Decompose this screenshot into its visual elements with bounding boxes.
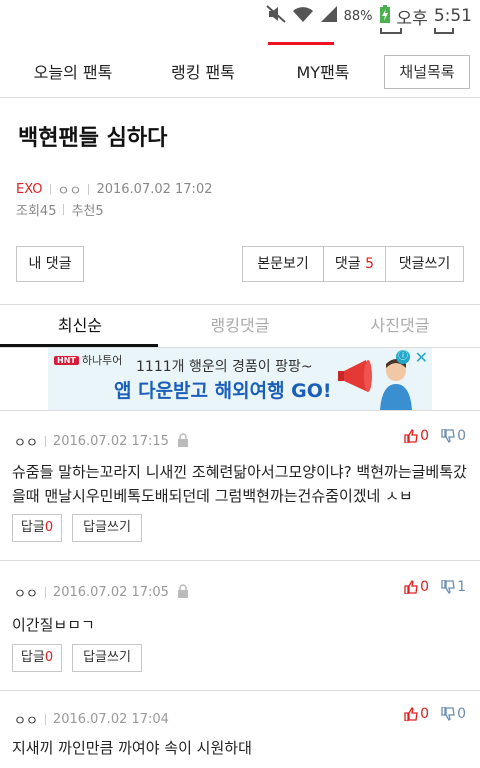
section-divider	[0, 304, 480, 305]
divider	[44, 587, 46, 598]
post-datetime: 2016.07.02 17:02	[96, 182, 213, 197]
upvote-count: 0	[420, 706, 430, 722]
ad-model-image	[380, 359, 412, 410]
status-bar: 88% 오후 5:51	[0, 0, 480, 34]
upvote-count: 0	[420, 428, 430, 444]
signal-icon	[320, 5, 338, 27]
tab-latest[interactable]: 최신순	[0, 306, 160, 346]
thumbs-up-icon	[404, 429, 418, 443]
status-time: 5:51	[433, 6, 472, 26]
downvote-count: 0	[457, 706, 466, 722]
post-recommends: 추천5	[71, 204, 104, 219]
comments-button-label: 댓글	[334, 256, 361, 272]
thumbs-up-icon	[404, 707, 418, 721]
reply-button[interactable]: 답글0	[12, 514, 62, 542]
write-reply-button[interactable]: 답글쓰기	[72, 644, 142, 672]
post-views: 조회45	[16, 204, 57, 219]
thumbs-down-icon	[441, 707, 455, 721]
active-nav-indicator	[268, 42, 334, 45]
comment-datetime: 2016.07.02 17:15	[52, 434, 169, 449]
write-reply-button[interactable]: 답글쓰기	[72, 514, 142, 542]
comment-divider	[0, 560, 480, 561]
header-icon-partial[interactable]	[434, 28, 454, 34]
comment-meta: ㅇㅇ 2016.07.02 17:15	[14, 432, 189, 451]
battery-percent: 88%	[343, 8, 373, 24]
tab-photo-comments[interactable]: 사진댓글	[320, 306, 480, 346]
ad-brand: HNT 하나투어	[54, 352, 122, 368]
comment-votes: 0 0	[404, 428, 466, 444]
comment-body: 이간질ㅂㅁㄱ	[12, 616, 95, 634]
comment-votes: 0 1	[404, 579, 466, 595]
tab-ranking-fantalk[interactable]: 랭킹 팬톡	[148, 46, 258, 98]
write-comment-button[interactable]: 댓글쓰기	[385, 246, 464, 282]
battery-charging-icon	[379, 4, 391, 28]
ad-info-icon[interactable]: ⓘ	[396, 350, 410, 364]
status-ampm: 오후	[396, 8, 428, 29]
lock-icon	[177, 583, 189, 602]
divider	[88, 184, 90, 195]
divider	[49, 184, 51, 195]
post-title: 백현팬들 심하다	[18, 126, 168, 151]
lock-icon	[177, 432, 189, 451]
comment-datetime: 2016.07.02 17:04	[52, 712, 169, 727]
comments-button[interactable]: 댓글 5	[323, 246, 386, 282]
fantalk-nav: 오늘의 팬톡 랭킹 팬톡 MY팬톡 채널목록	[0, 46, 480, 98]
upvote-button[interactable]: 0	[404, 428, 429, 444]
post-category[interactable]: EXO	[16, 182, 43, 197]
comment-nick: ㅇㅇ	[14, 587, 38, 602]
upvote-button[interactable]: 0	[404, 579, 429, 595]
view-body-button[interactable]: 본문보기	[242, 246, 324, 282]
channel-list-button[interactable]: 채널목록	[384, 55, 470, 89]
reply-count: 0	[44, 520, 54, 535]
comment-meta: ㅇㅇ 2016.07.02 17:05	[14, 583, 189, 602]
reply-label: 답글	[20, 520, 45, 535]
ad-close-icon[interactable]: ✕	[415, 348, 428, 367]
tab-ranking-comments[interactable]: 랭킹댓글	[160, 306, 320, 346]
divider	[63, 204, 65, 215]
comment-nick: ㅇㅇ	[14, 436, 38, 451]
comment-body: 지새끼 까인만큼 까여야 속이 시원하대	[12, 739, 252, 757]
ad-brand-logo: HNT	[54, 355, 79, 365]
downvote-button[interactable]: 0	[441, 706, 466, 722]
comment-body: 슈줌들 말하는꼬라지 니새낀 조혜련닮아서그모양이냐? 백현까는글베톡갔을때 맨…	[12, 463, 467, 505]
thumbs-down-icon	[441, 429, 455, 443]
ad-headline: 1111개 행운의 경품이 팡팡~	[136, 359, 313, 375]
downvote-count: 0	[457, 428, 466, 444]
downvote-count: 1	[457, 579, 466, 595]
thumbs-down-icon	[441, 580, 455, 594]
thumbs-up-icon	[404, 580, 418, 594]
comment-divider	[0, 690, 480, 691]
section-divider	[0, 410, 480, 411]
reply-label: 답글	[20, 650, 45, 665]
divider	[44, 714, 46, 725]
downvote-button[interactable]: 0	[441, 428, 466, 444]
comment-meta: ㅇㅇ 2016.07.02 17:04	[14, 710, 169, 729]
upvote-count: 0	[420, 579, 430, 595]
tab-today-fantalk[interactable]: 오늘의 팬톡	[18, 46, 128, 98]
upvote-button[interactable]: 0	[404, 706, 429, 722]
reply-button[interactable]: 답글0	[12, 644, 62, 672]
comment-datetime: 2016.07.02 17:05	[52, 585, 169, 600]
ad-brand-name: 하나투어	[81, 354, 123, 367]
reply-count: 0	[44, 650, 54, 665]
ad-banner[interactable]: HNT 하나투어 1111개 행운의 경품이 팡팡~ 앱 다운받고 해외여행 G…	[48, 348, 432, 410]
megaphone-icon	[338, 360, 372, 392]
my-comments-button[interactable]: 내 댓글	[16, 246, 84, 282]
wifi-icon	[292, 5, 314, 27]
tab-my-fantalk[interactable]: MY팬톡	[268, 46, 378, 98]
post-meta: EXO ㅇㅇ 2016.07.02 17:02	[16, 180, 212, 199]
status-icons: 88% 오후 5:51	[265, 4, 472, 29]
downvote-button[interactable]: 1	[441, 579, 466, 595]
divider	[44, 436, 46, 447]
mute-icon	[265, 5, 286, 27]
post-stats: 조회45 추천5	[16, 200, 104, 219]
post-author: ㅇㅇ	[57, 184, 82, 199]
comment-votes: 0 0	[404, 706, 466, 722]
header-icon-partial[interactable]	[380, 28, 402, 34]
comment-nick: ㅇㅇ	[14, 714, 38, 729]
ad-cta: 앱 다운받고 해외여행 GO!	[114, 380, 332, 402]
comments-count: 5	[365, 256, 375, 272]
